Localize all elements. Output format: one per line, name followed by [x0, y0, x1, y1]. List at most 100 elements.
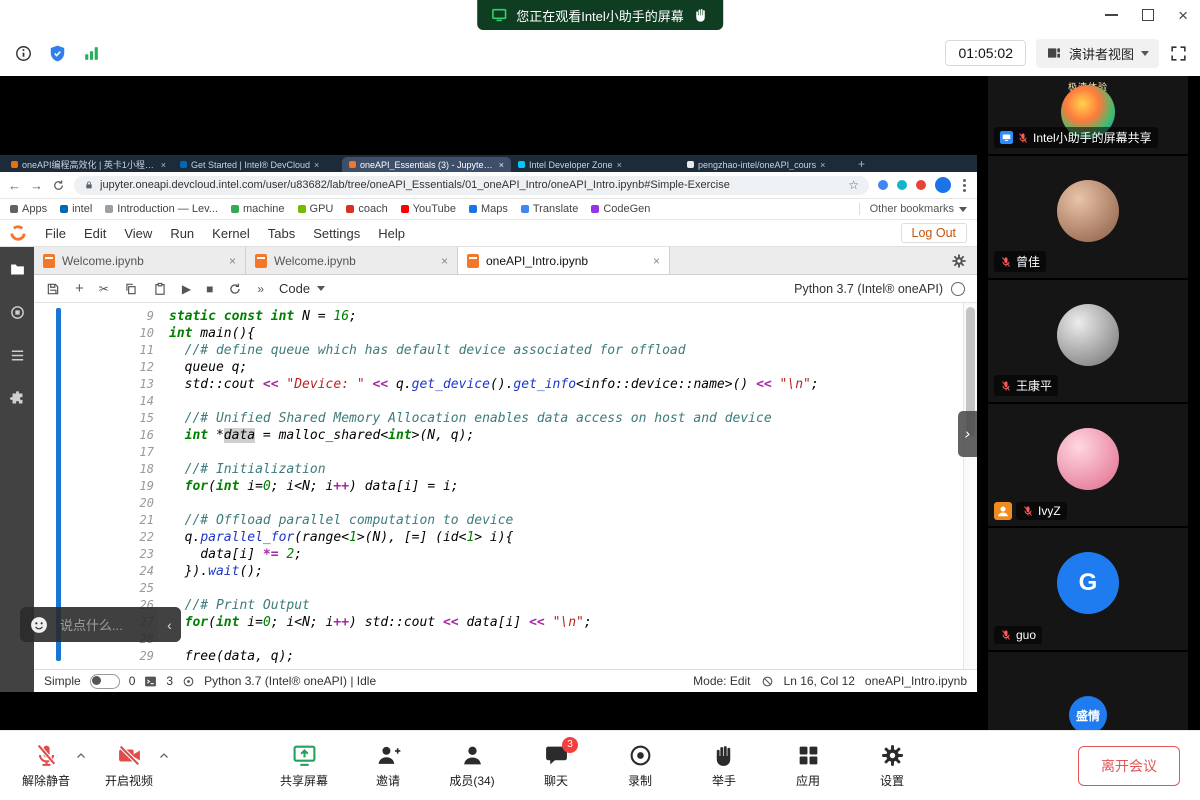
- browser-tab[interactable]: Get Started | Intel® DevCloud×: [173, 157, 342, 172]
- tab-close-icon[interactable]: ×: [499, 160, 504, 170]
- browser-menu-icon[interactable]: [960, 179, 969, 192]
- meeting-info-icon[interactable]: [14, 44, 33, 63]
- menu-item-kernel[interactable]: Kernel: [203, 226, 259, 241]
- other-bookmarks[interactable]: Other bookmarks: [859, 203, 967, 215]
- running-sessions-icon[interactable]: [9, 304, 26, 321]
- run-cell-icon[interactable]: ▶: [182, 283, 191, 295]
- menu-item-file[interactable]: File: [36, 226, 75, 241]
- notebook-tab[interactable]: oneAPI_Intro.ipynb×: [458, 247, 670, 274]
- bookmark-item[interactable]: intel: [60, 203, 92, 215]
- extension-manager-icon[interactable]: [9, 390, 26, 407]
- chevron-up-icon[interactable]: [75, 750, 87, 762]
- browser-profile-avatar[interactable]: [935, 177, 951, 193]
- settings-button[interactable]: 设置: [866, 743, 918, 789]
- logout-button[interactable]: Log Out: [901, 223, 967, 243]
- bookmark-item[interactable]: Apps: [10, 203, 47, 215]
- run-all-icon[interactable]: »: [257, 283, 264, 295]
- chat-input[interactable]: 说点什么...: [58, 607, 158, 642]
- paste-icon[interactable]: [153, 282, 167, 296]
- notebook-tab[interactable]: Welcome.ipynb×: [246, 247, 458, 274]
- apps-button[interactable]: 应用: [782, 743, 834, 789]
- record-button[interactable]: 录制: [614, 743, 666, 789]
- tab-close-icon[interactable]: ×: [441, 254, 448, 268]
- participant-tile[interactable]: 曾佳: [988, 156, 1188, 278]
- right-panel-expander[interactable]: ›: [958, 411, 977, 457]
- tab-close-icon[interactable]: ×: [617, 160, 622, 170]
- menu-item-help[interactable]: Help: [369, 226, 414, 241]
- extension-icon[interactable]: [916, 180, 926, 190]
- browser-tab[interactable]: oneAPI_Essentials (3) - JupyterLab×: [342, 157, 511, 172]
- simple-mode-toggle[interactable]: [90, 674, 120, 689]
- menu-item-tabs[interactable]: Tabs: [259, 226, 304, 241]
- restart-kernel-icon[interactable]: [228, 282, 242, 296]
- security-shield-icon[interactable]: [48, 44, 67, 63]
- emoji-button[interactable]: [20, 607, 58, 642]
- file-browser-icon[interactable]: [9, 261, 26, 278]
- add-cell-icon[interactable]: +: [75, 281, 84, 296]
- window-maximize-button[interactable]: [1142, 9, 1154, 21]
- bookmark-item[interactable]: Introduction — Lev...: [105, 203, 218, 215]
- menu-item-view[interactable]: View: [115, 226, 161, 241]
- tab-close-icon[interactable]: ×: [161, 160, 166, 170]
- cell-type-dropdown[interactable]: Code: [279, 281, 325, 296]
- bookmark-item[interactable]: Maps: [469, 203, 508, 215]
- back-icon[interactable]: ←: [8, 178, 21, 193]
- editor-mode: Mode: Edit: [693, 674, 750, 688]
- window-minimize-button[interactable]: [1105, 14, 1118, 16]
- cut-icon[interactable]: ✂: [99, 283, 109, 295]
- kernel-name[interactable]: Python 3.7 (Intel® oneAPI): [794, 282, 943, 296]
- tab-close-icon[interactable]: ×: [653, 254, 660, 268]
- participant-tile[interactable]: 王康平: [988, 280, 1188, 402]
- browser-tab[interactable]: Intel Developer Zone×: [511, 157, 680, 172]
- url-field[interactable]: jupyter.oneapi.devcloud.intel.com/user/u…: [74, 176, 869, 195]
- tab-close-icon[interactable]: ×: [820, 160, 825, 170]
- raise-hand-button[interactable]: 举手: [698, 743, 750, 789]
- bookmark-item[interactable]: YouTube: [401, 203, 456, 215]
- extension-icon[interactable]: [878, 180, 888, 190]
- chevron-up-icon[interactable]: [158, 750, 170, 762]
- network-quality-icon[interactable]: [82, 44, 101, 63]
- browser-tab-title: oneAPI编程高效化 | 英卡1小程_供: [22, 158, 157, 171]
- notebook-tab[interactable]: Welcome.ipynb×: [34, 247, 246, 274]
- gear-icon[interactable]: [951, 253, 967, 269]
- share-screen-button[interactable]: 共享屏幕: [278, 743, 330, 789]
- copy-icon[interactable]: [124, 282, 138, 296]
- save-icon[interactable]: [46, 282, 60, 296]
- view-mode-dropdown[interactable]: 演讲者视图: [1036, 39, 1159, 68]
- members-button[interactable]: 成员(34): [446, 743, 498, 789]
- participant-tile[interactable]: IvyZ: [988, 404, 1188, 526]
- invite-button[interactable]: 邀请: [362, 743, 414, 789]
- forward-icon[interactable]: →: [30, 178, 43, 193]
- collapse-chat-icon[interactable]: ‹: [158, 607, 181, 642]
- leave-meeting-button[interactable]: 离开会议: [1078, 746, 1180, 786]
- browser-tab[interactable]: oneAPI编程高效化 | 英卡1小程_供 ×: [4, 157, 173, 172]
- bookmark-item[interactable]: GPU: [298, 203, 334, 215]
- hand-icon[interactable]: [693, 7, 709, 23]
- bookmark-item[interactable]: coach: [346, 203, 387, 215]
- participant-tile[interactable]: 盛情: [988, 652, 1188, 730]
- bookmark-star-icon[interactable]: ☆: [848, 178, 859, 192]
- fullscreen-icon[interactable]: [1169, 44, 1188, 63]
- extension-icon[interactable]: [897, 180, 907, 190]
- menu-item-settings[interactable]: Settings: [304, 226, 369, 241]
- tab-close-icon[interactable]: ×: [229, 254, 236, 268]
- lock-icon: [84, 180, 94, 190]
- editor-scrollbar[interactable]: [963, 303, 977, 669]
- window-close-button[interactable]: ×: [1178, 7, 1188, 24]
- bookmark-item[interactable]: machine: [231, 203, 285, 215]
- refresh-icon[interactable]: [52, 179, 65, 192]
- participant-tile[interactable]: Gguo: [988, 528, 1188, 650]
- stop-kernel-icon[interactable]: ■: [206, 283, 213, 295]
- command-palette-icon[interactable]: [9, 347, 26, 364]
- browser-tab[interactable]: pengzhao-intel/oneAPI_cours×: [680, 157, 849, 172]
- start-video-button[interactable]: 开启视频: [103, 743, 155, 789]
- bookmark-item[interactable]: Translate: [521, 203, 578, 215]
- chat-button[interactable]: 聊天3: [530, 743, 582, 789]
- unmute-button[interactable]: 解除静音: [20, 743, 72, 789]
- menu-item-run[interactable]: Run: [161, 226, 203, 241]
- participant-tile[interactable]: 极速体验Intel小助手的屏幕共享: [988, 76, 1188, 154]
- tab-close-icon[interactable]: ×: [314, 160, 319, 170]
- new-tab-button[interactable]: +: [849, 157, 874, 172]
- menu-item-edit[interactable]: Edit: [75, 226, 115, 241]
- bookmark-item[interactable]: CodeGen: [591, 203, 650, 215]
